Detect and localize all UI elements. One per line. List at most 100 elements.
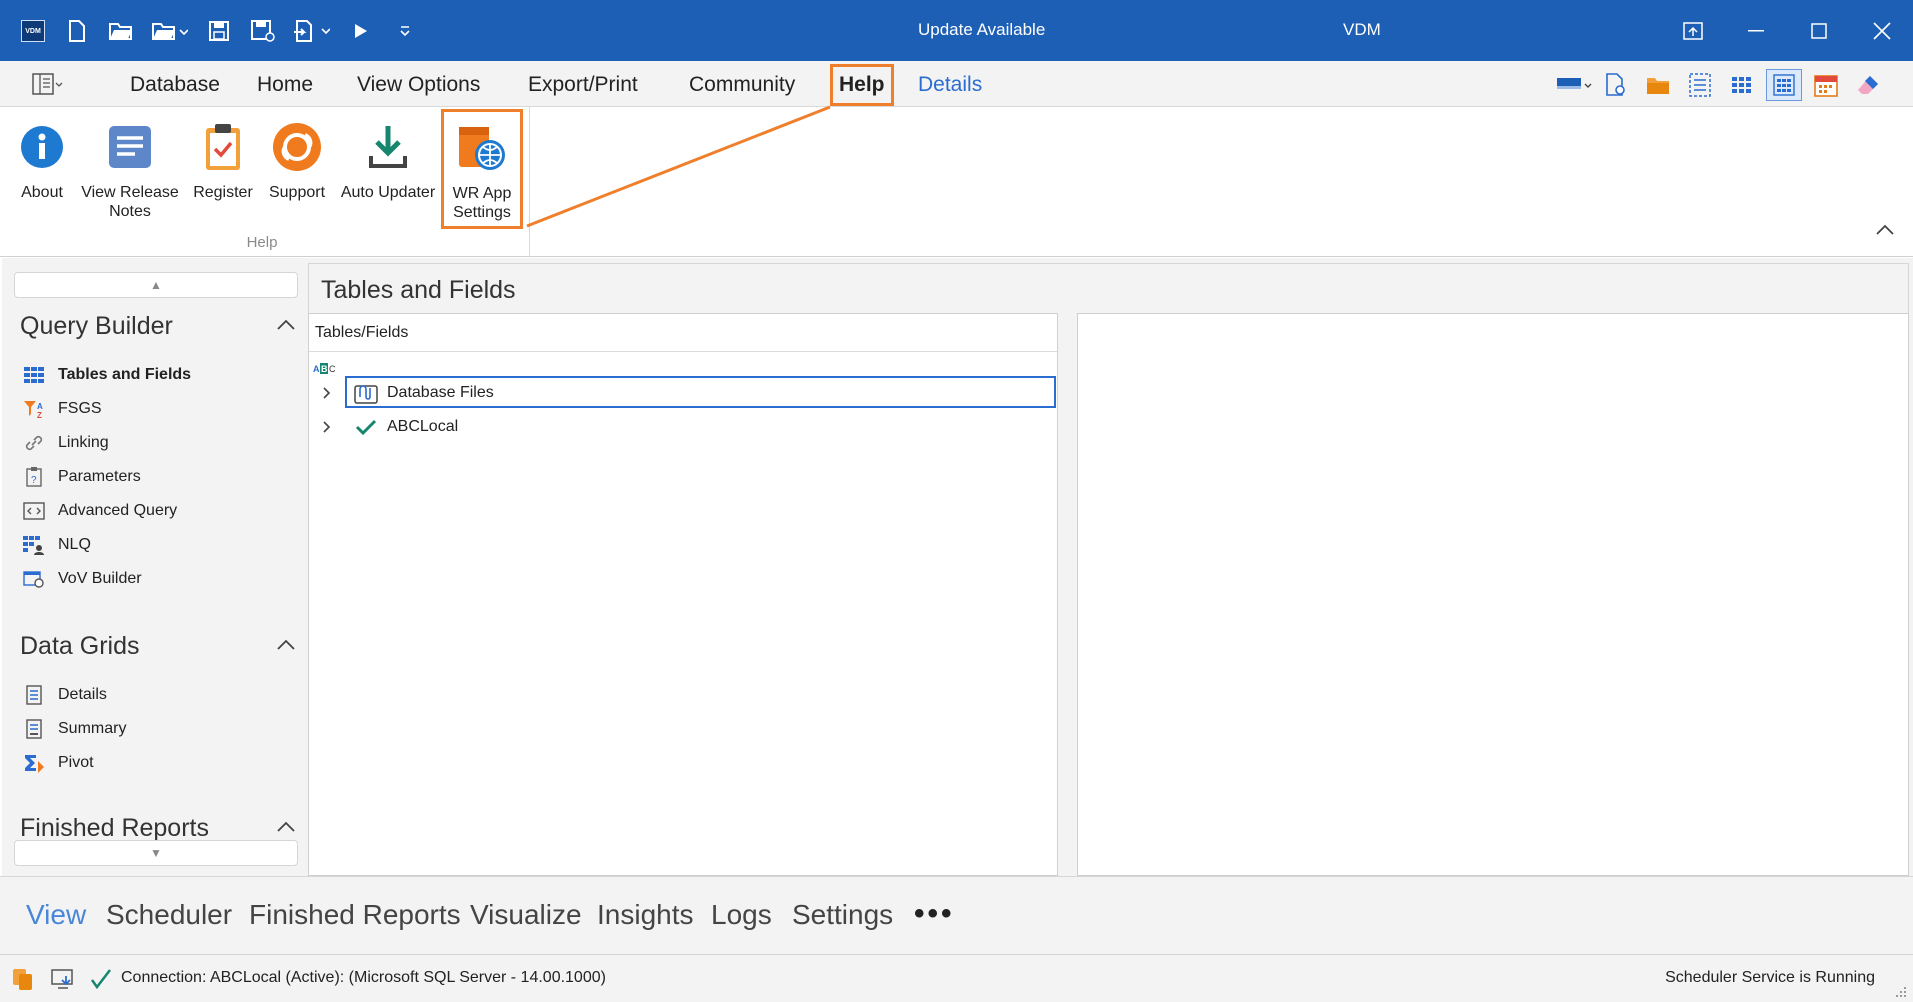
svg-text:A: A bbox=[37, 402, 43, 411]
title-bar: VDM Update Available VDM bbox=[0, 0, 1913, 61]
filter-sort-icon: AZ bbox=[22, 398, 46, 420]
nav-item-tables-and-fields[interactable]: Tables and Fields bbox=[22, 364, 191, 386]
register-button[interactable]: Register bbox=[190, 117, 256, 202]
collapse-data-grids-icon[interactable] bbox=[276, 638, 296, 658]
nav-item-pivot[interactable]: Pivot bbox=[22, 752, 94, 774]
menu-view-options[interactable]: View Options bbox=[351, 71, 486, 99]
eraser-icon[interactable] bbox=[1847, 69, 1889, 101]
nav-item-label: FSGS bbox=[58, 400, 102, 417]
nav-scroll-up-button[interactable]: ▲ bbox=[14, 272, 298, 298]
auto-updater-button[interactable]: Auto Updater bbox=[338, 117, 438, 202]
menu-details[interactable]: Details bbox=[912, 71, 988, 99]
more-tabs-button[interactable]: ••• bbox=[914, 897, 955, 931]
monitor-download-icon[interactable] bbox=[50, 967, 76, 991]
update-available-text[interactable]: Update Available bbox=[918, 20, 1045, 40]
parameters-icon: ? bbox=[22, 466, 46, 488]
svg-text:B: B bbox=[321, 364, 328, 374]
expand-chevron-icon[interactable] bbox=[317, 383, 337, 403]
nav-item-vov-builder[interactable]: VoV Builder bbox=[22, 568, 142, 590]
download-icon bbox=[338, 117, 438, 177]
nav-item-advanced-query[interactable]: Advanced Query bbox=[22, 500, 177, 522]
wr-app-settings-button[interactable]: WR App Settings bbox=[441, 109, 523, 229]
new-file-icon[interactable] bbox=[62, 18, 92, 44]
left-navigation-pane: ▲ Query Builder Tables and Fields AZ FSG… bbox=[2, 258, 304, 876]
bottom-tab-insights[interactable]: Insights bbox=[597, 899, 694, 931]
about-button[interactable]: About bbox=[14, 117, 70, 202]
close-icon[interactable] bbox=[1850, 0, 1913, 61]
details-pane bbox=[1077, 313, 1909, 876]
menu-export-print[interactable]: Export/Print bbox=[522, 71, 644, 99]
pivot-sigma-icon bbox=[22, 752, 46, 774]
sidebar-toggle-icon[interactable] bbox=[32, 72, 64, 96]
release-notes-icon bbox=[80, 117, 180, 177]
menu-database[interactable]: Database bbox=[124, 71, 226, 99]
bottom-tab-scheduler[interactable]: Scheduler bbox=[106, 899, 232, 931]
open-dropdown-icon[interactable] bbox=[150, 18, 190, 44]
svg-text:C: C bbox=[329, 364, 336, 374]
resize-grip-icon[interactable] bbox=[1895, 985, 1907, 997]
list-view-icon[interactable] bbox=[1679, 69, 1721, 101]
nav-item-details[interactable]: Details bbox=[22, 684, 107, 706]
view-release-notes-button[interactable]: View Release Notes bbox=[80, 117, 180, 221]
section-title-finished-reports[interactable]: Finished Reports bbox=[20, 814, 209, 840]
copy-files-icon[interactable] bbox=[10, 967, 36, 991]
menu-bar: Database Home View Options Export/Print … bbox=[0, 61, 1913, 107]
nav-item-parameters[interactable]: ? Parameters bbox=[22, 466, 141, 488]
notes-label: Notes bbox=[109, 203, 151, 220]
grid-view-icon[interactable] bbox=[1721, 69, 1763, 101]
expand-chevron-icon[interactable] bbox=[317, 417, 337, 437]
maximize-icon[interactable] bbox=[1787, 0, 1850, 61]
collapse-finished-reports-icon[interactable] bbox=[276, 820, 296, 840]
nav-item-label: Tables and Fields bbox=[58, 366, 192, 383]
bottom-tab-visualize[interactable]: Visualize bbox=[470, 899, 582, 931]
section-title-data-grids[interactable]: Data Grids bbox=[20, 632, 139, 661]
bottom-tab-settings[interactable]: Settings bbox=[792, 899, 893, 931]
nav-item-linking[interactable]: Linking bbox=[22, 432, 109, 454]
minimize-icon[interactable] bbox=[1724, 0, 1787, 61]
restore-layout-icon[interactable] bbox=[1661, 0, 1724, 61]
connection-ok-icon bbox=[88, 967, 114, 991]
menu-home[interactable]: Home bbox=[251, 71, 319, 99]
theme-color-dropdown-icon[interactable] bbox=[1553, 69, 1595, 101]
ribbon: About View Release Notes Register Suppor… bbox=[0, 107, 1913, 257]
nav-item-label: VoV Builder bbox=[58, 570, 142, 587]
export-dropdown-icon[interactable] bbox=[292, 18, 332, 44]
support-button[interactable]: Support bbox=[264, 117, 330, 202]
bottom-tab-logs[interactable]: Logs bbox=[711, 899, 772, 931]
calendar-icon[interactable] bbox=[1805, 69, 1847, 101]
open-folder-icon[interactable] bbox=[106, 18, 136, 44]
nav-item-nlq[interactable]: NLQ bbox=[22, 534, 91, 556]
app-logo[interactable]: VDM bbox=[18, 18, 48, 44]
save-icon[interactable] bbox=[204, 18, 234, 44]
nav-item-fsgs[interactable]: AZ FSGS bbox=[22, 398, 102, 420]
run-icon[interactable] bbox=[346, 18, 376, 44]
nav-scroll-down-button[interactable]: ▼ bbox=[14, 840, 298, 866]
section-title-query-builder[interactable]: Query Builder bbox=[20, 312, 173, 341]
collapse-query-builder-icon[interactable] bbox=[276, 318, 296, 338]
support-label: Support bbox=[268, 184, 326, 201]
status-bar: Connection: ABCLocal (Active): (Microsof… bbox=[0, 954, 1913, 1002]
selection-outline bbox=[345, 376, 1056, 408]
bottom-tab-finished-reports[interactable]: Finished Reports bbox=[249, 899, 461, 931]
nav-item-label: Parameters bbox=[58, 468, 141, 485]
tree-row-abclocal[interactable]: ABCLocal bbox=[317, 415, 458, 439]
customize-icon[interactable] bbox=[390, 18, 420, 44]
menu-community[interactable]: Community bbox=[683, 71, 801, 99]
folder-icon[interactable] bbox=[1637, 69, 1679, 101]
nav-item-label: Advanced Query bbox=[58, 502, 178, 519]
nlq-icon bbox=[22, 534, 46, 556]
menu-help[interactable]: Help bbox=[830, 64, 894, 106]
bottom-tab-view[interactable]: View bbox=[26, 899, 86, 931]
collapse-ribbon-icon[interactable] bbox=[1875, 223, 1895, 243]
document-settings-icon[interactable] bbox=[1595, 69, 1637, 101]
details-grid-icon bbox=[22, 684, 46, 706]
tables-fields-tree: Tables/Fields ABC Database Files ABCLoca… bbox=[308, 313, 1058, 876]
save-as-icon[interactable] bbox=[248, 18, 278, 44]
nav-item-summary[interactable]: Summary bbox=[22, 718, 126, 740]
scroll-up-icon: ▲ bbox=[150, 278, 162, 292]
clipboard-check-icon bbox=[190, 117, 256, 177]
tree-row-database-files[interactable]: Database Files bbox=[317, 376, 1056, 408]
abc-sort-icon[interactable]: ABC bbox=[313, 360, 337, 381]
tile-view-icon[interactable] bbox=[1766, 69, 1802, 101]
link-icon bbox=[22, 432, 46, 454]
